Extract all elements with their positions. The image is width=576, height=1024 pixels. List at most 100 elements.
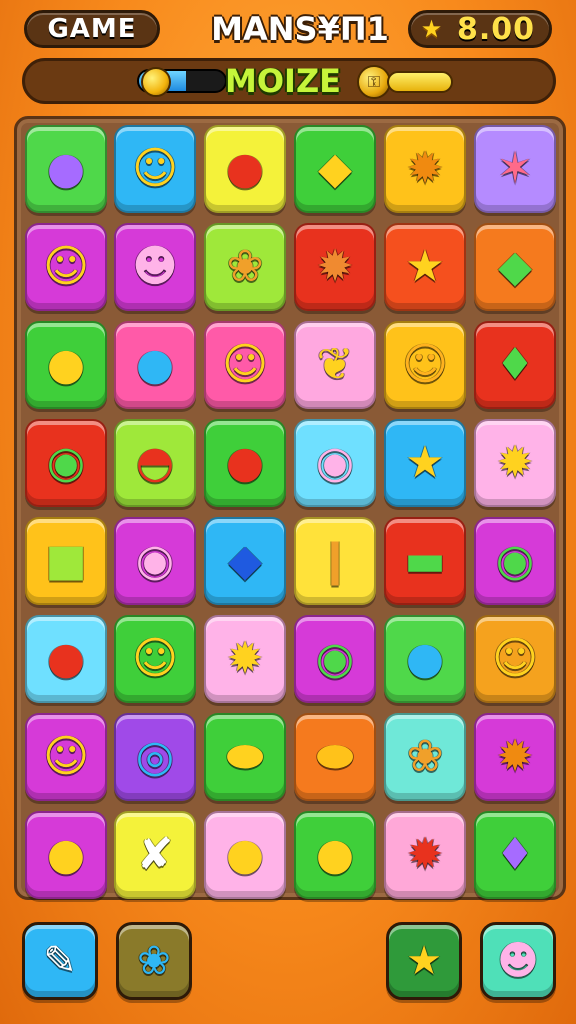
gear-icon: ✹ — [496, 731, 534, 782]
board-tile[interactable]: ✹ — [384, 811, 466, 899]
ice-cream-icon: ● — [46, 339, 86, 390]
board-tile[interactable]: ◉ — [474, 517, 556, 605]
board-tile[interactable]: ♦ — [474, 321, 556, 409]
board-tile[interactable]: ☺ — [384, 321, 466, 409]
level-bar: MOIZE ⚿ — [22, 58, 556, 104]
board-tile[interactable]: ✹ — [294, 223, 376, 311]
board-tile[interactable]: ☺ — [114, 125, 196, 213]
board-tile[interactable]: ★ — [384, 223, 466, 311]
smiley-lollipop-icon: ☺ — [132, 143, 178, 194]
board-tile[interactable]: ◆ — [204, 517, 286, 605]
board-tile[interactable]: ◆ — [474, 223, 556, 311]
board-tile[interactable]: ◉ — [294, 419, 376, 507]
spiky-star-icon: ✹ — [406, 829, 444, 880]
board-tile[interactable]: ● — [384, 615, 466, 703]
board-tile[interactable]: ❀ — [204, 223, 286, 311]
star-button[interactable]: ★ — [386, 922, 462, 1000]
board-tile[interactable]: ❦ — [294, 321, 376, 409]
figure-icon: ❦ — [316, 339, 354, 390]
board-tile[interactable]: ☺ — [204, 321, 286, 409]
board-tile[interactable]: ⬬ — [294, 713, 376, 801]
tomato-icon: ● — [225, 143, 265, 194]
board-tile[interactable]: ✶ — [474, 125, 556, 213]
paint-brush-icon: ✎ — [43, 938, 77, 984]
smiley-face-icon: ☺ — [492, 633, 538, 684]
leaf-icon: ◆ — [498, 241, 532, 292]
sun-face-icon: ✹ — [226, 633, 264, 684]
board-tile[interactable]: ● — [204, 125, 286, 213]
tomato-icon: ● — [46, 633, 86, 684]
sun-face-icon: ✹ — [406, 143, 444, 194]
board-tile[interactable]: ● — [25, 125, 107, 213]
board-tile[interactable]: ⬬ — [204, 713, 286, 801]
swirl-lollipop-icon: ◎ — [135, 731, 175, 782]
shuffle-button[interactable]: ❀ — [116, 922, 192, 1000]
balloon-icon: ● — [225, 829, 265, 880]
board-tile[interactable]: ● — [25, 615, 107, 703]
spiky-star-icon: ✹ — [316, 241, 354, 292]
star-coin-icon: ★ — [420, 15, 444, 43]
board-tile[interactable]: ✹ — [204, 615, 286, 703]
board-tile[interactable]: ☺ — [114, 615, 196, 703]
board-tile[interactable]: ❀ — [384, 713, 466, 801]
smiley-lollipop-icon: ☺ — [43, 731, 89, 782]
board-tile[interactable]: ◆ — [294, 125, 376, 213]
board-tile[interactable]: ✹ — [474, 713, 556, 801]
board-tile[interactable]: ☺ — [25, 713, 107, 801]
board-tile[interactable]: ◎ — [114, 713, 196, 801]
board-tile[interactable]: ● — [294, 811, 376, 899]
board-tile[interactable]: ✹ — [384, 125, 466, 213]
blob-face-icon: ☺ — [402, 339, 448, 390]
board-tile[interactable]: ✘ — [114, 811, 196, 899]
lemon-icon: ◆ — [318, 143, 352, 194]
monster-face-icon: ☻ — [132, 241, 178, 292]
game-title: MANS¥Π1 — [211, 10, 389, 48]
leaf-icon: ▬ — [404, 535, 446, 586]
tomato-icon: ● — [225, 437, 265, 488]
board-tile[interactable]: ● — [25, 811, 107, 899]
shuffle-icon: ❀ — [137, 938, 171, 984]
smiley-lollipop-icon: ☺ — [43, 241, 89, 292]
drop-icon: ◆ — [228, 535, 262, 586]
game-board: ● ☺ ● ◆ ✹ ✶ ☺ ☻ ❀ ✹ ★ ◆ ● ● ☺ ❦ ☺ ♦ ◉ ◓ ● ◉ ★ ✹ ■ ◉ ◆ ❙ ▬ ◉ ● ☺ ✹ ◉ ● ☺ ☺ ◎ ⬬ ⬬… — [14, 116, 566, 900]
board-tile[interactable]: ♦ — [474, 811, 556, 899]
gem-icon: ♦ — [495, 829, 535, 880]
block-icon: ■ — [45, 535, 87, 586]
board-tile[interactable]: ☺ — [25, 223, 107, 311]
board-tile[interactable]: ● — [25, 321, 107, 409]
board-tile[interactable]: ◉ — [114, 517, 196, 605]
star-icon: ★ — [406, 938, 442, 984]
board-tile[interactable]: ● — [204, 811, 286, 899]
donut-icon: ◉ — [495, 535, 535, 586]
bowling-pin-icon: ❙ — [316, 535, 354, 586]
board-tile[interactable]: ◉ — [25, 419, 107, 507]
board-tile[interactable]: ◓ — [114, 419, 196, 507]
ice-cream-icon: ❀ — [226, 241, 264, 292]
board-tile[interactable]: ◉ — [294, 615, 376, 703]
board-tile[interactable]: ● — [114, 321, 196, 409]
star-icon: ★ — [405, 241, 445, 292]
key-meter — [387, 71, 453, 93]
game-label: GAME — [47, 14, 137, 44]
board-tile[interactable]: ▬ — [384, 517, 466, 605]
key-icon[interactable]: ⚿ — [357, 65, 391, 99]
paint-brush-button[interactable]: ✎ — [22, 922, 98, 1000]
donut-icon: ◉ — [135, 535, 175, 586]
game-menu-button[interactable]: GAME — [24, 10, 160, 48]
board-tile[interactable]: ❙ — [294, 517, 376, 605]
chick-icon: ● — [46, 829, 86, 880]
gem-icon: ♦ — [495, 339, 535, 390]
board-tile[interactable]: ☻ — [114, 223, 196, 311]
balloon-icon: ● — [405, 633, 445, 684]
board-tile[interactable]: ★ — [384, 419, 466, 507]
balloon-icon: ● — [315, 829, 355, 880]
gauge-knob-icon — [141, 67, 171, 97]
ice-cream-icon: ❀ — [406, 731, 444, 782]
board-tile[interactable]: ☺ — [474, 615, 556, 703]
top-bar: GAME MANS¥Π1 ★ 8.00 — [0, 0, 576, 60]
board-tile[interactable]: ● — [204, 419, 286, 507]
monster-button[interactable]: ☻ — [480, 922, 556, 1000]
board-tile[interactable]: ✹ — [474, 419, 556, 507]
board-tile[interactable]: ■ — [25, 517, 107, 605]
star-icon: ★ — [405, 437, 445, 488]
